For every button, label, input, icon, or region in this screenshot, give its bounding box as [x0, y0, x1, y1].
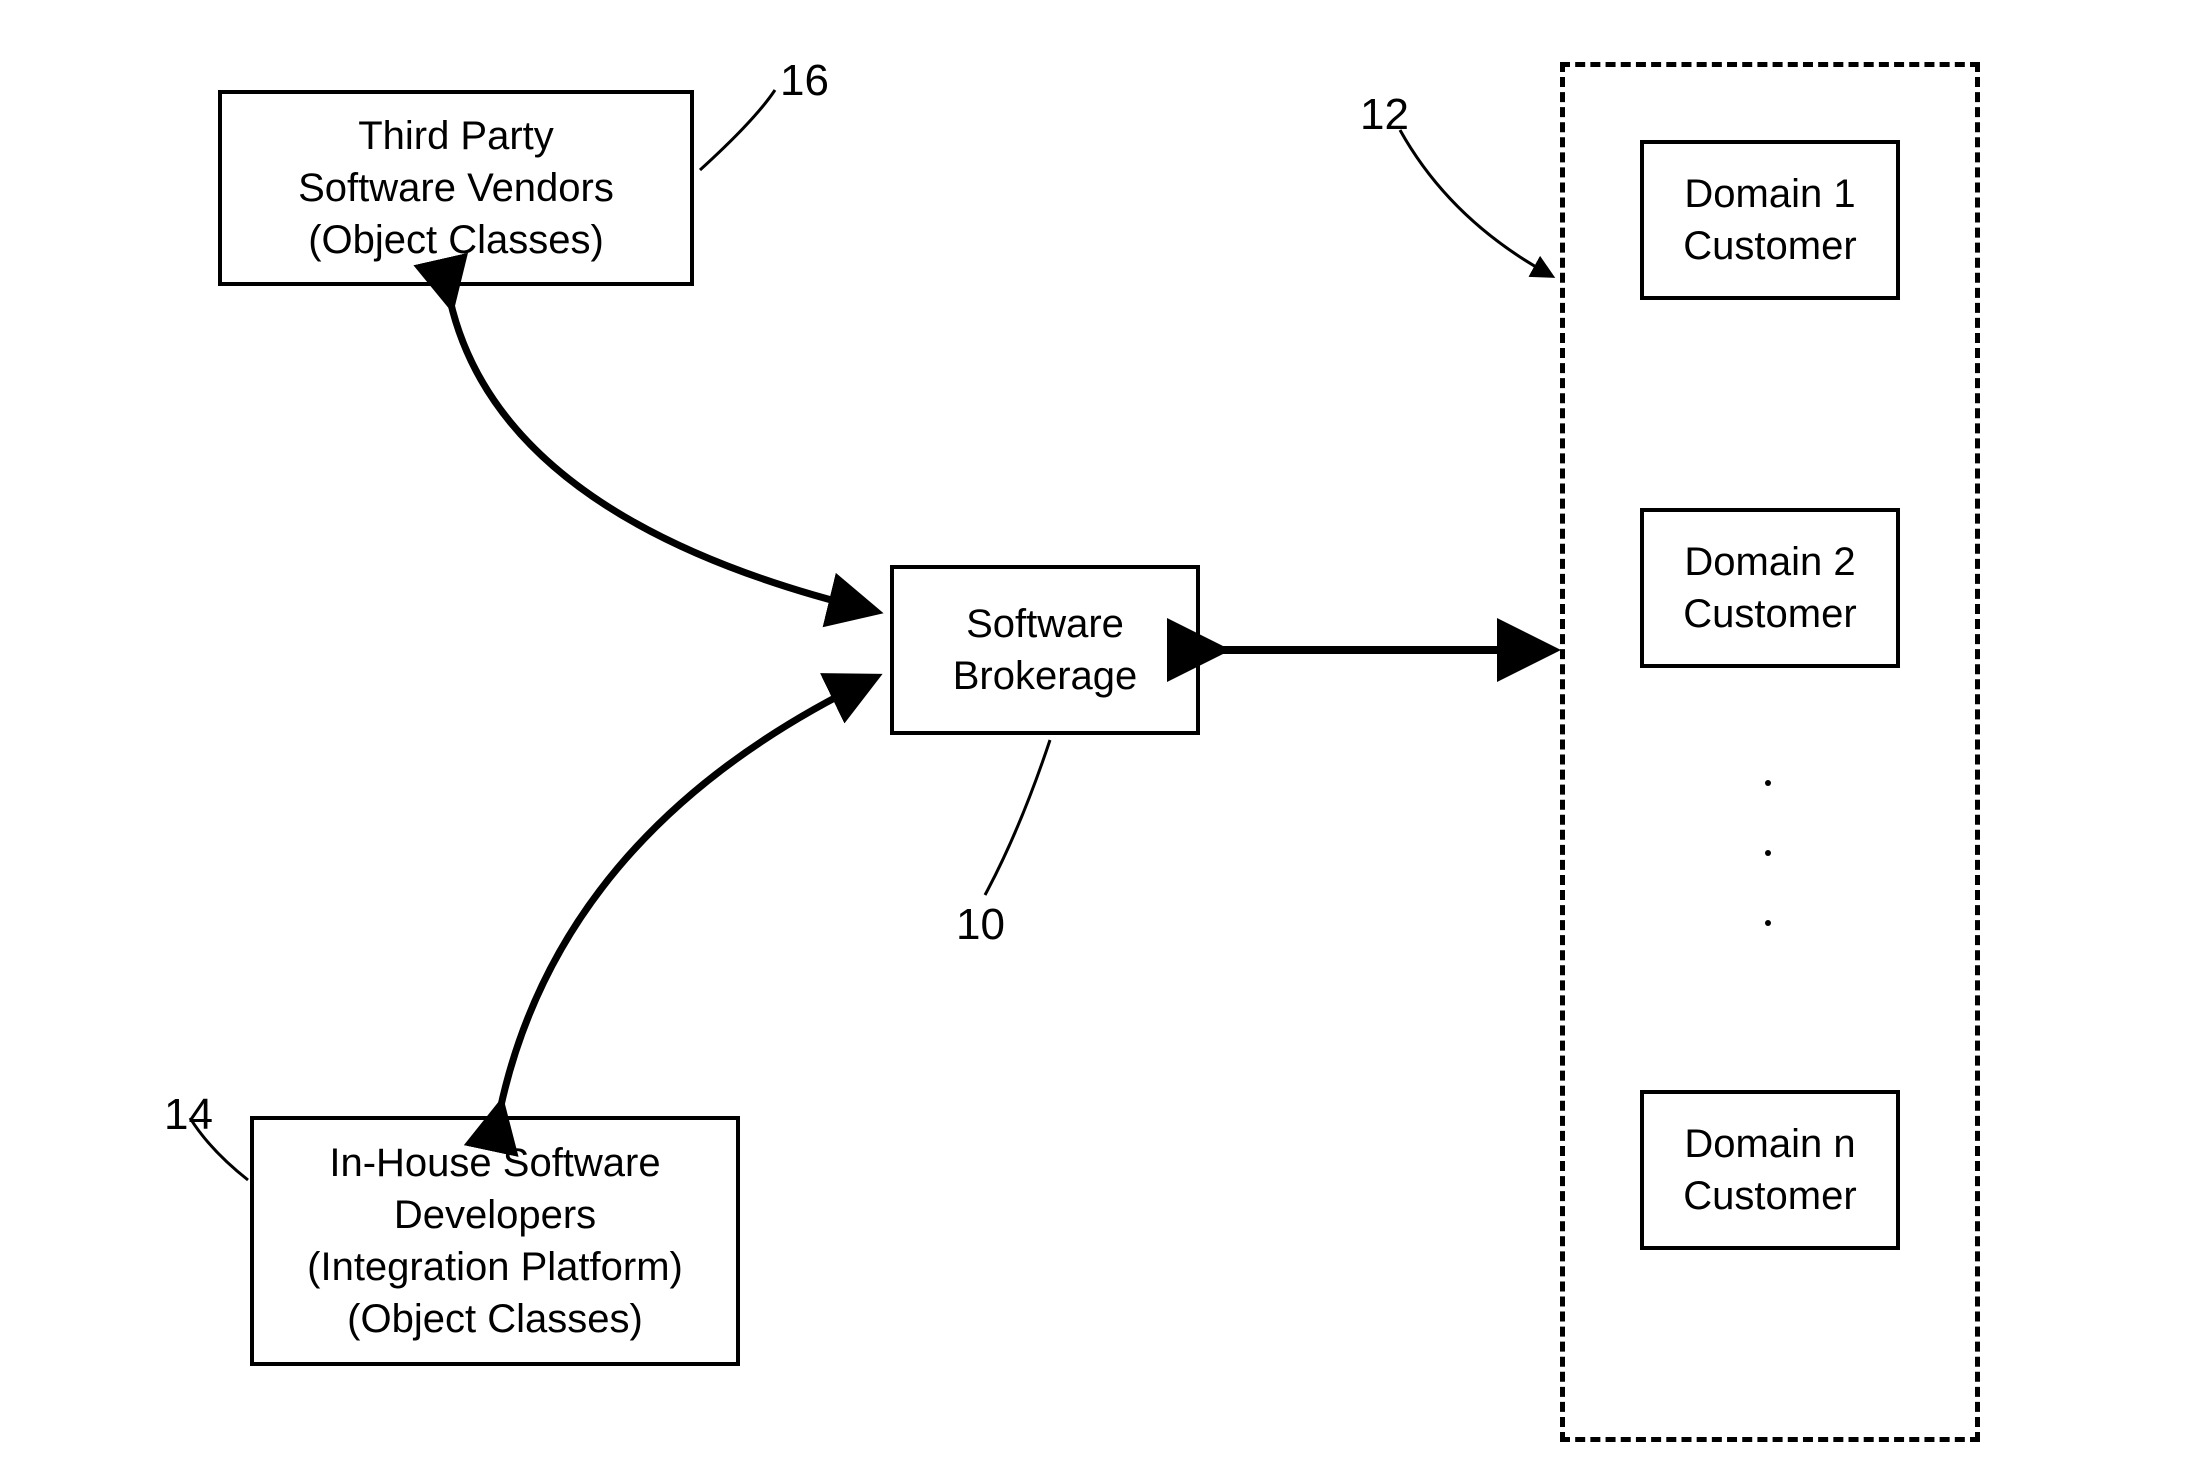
connectors	[0, 0, 2212, 1476]
